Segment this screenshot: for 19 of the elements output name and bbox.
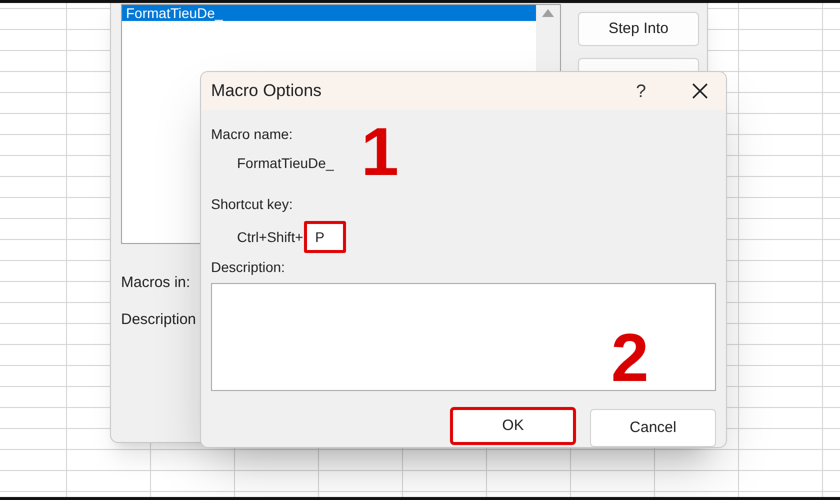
step-number: 1 [361,118,399,186]
step-number: 2 [611,324,649,392]
scroll-up-icon[interactable] [542,9,554,17]
description-label: Description: [211,258,286,277]
macros-in-label: Macros in: [121,273,192,293]
description-field[interactable] [211,283,716,391]
close-icon[interactable] [692,83,708,99]
help-button[interactable]: ? [636,78,646,104]
dialog-button[interactable]: OK [450,407,576,445]
shortcut-prefix: Ctrl+Shift+ [237,228,304,246]
shortcut-key-label: Shortcut key: [211,195,294,214]
window-title: Macro Options [211,80,323,102]
dialog-button[interactable]: Cancel [590,409,716,447]
macro-name-label: Macro name: [211,125,294,144]
macro-list-item[interactable]: FormatTieuDe_ [122,5,536,21]
description-label: Description [121,310,198,330]
shortcut-key-field[interactable]: P [304,221,346,253]
macro-name-value: FormatTieuDe_ [237,154,335,173]
step-into-button[interactable]: Step Into [578,12,699,46]
